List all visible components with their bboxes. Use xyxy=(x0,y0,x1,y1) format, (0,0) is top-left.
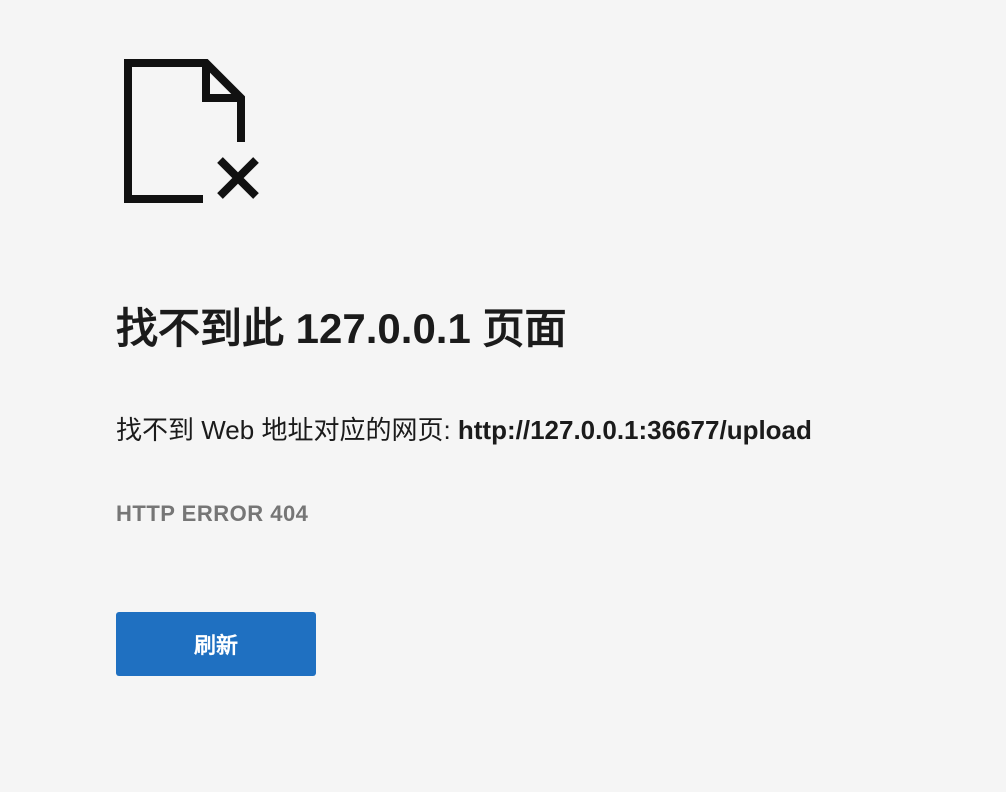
error-message: 找不到 Web 地址对应的网页: http://127.0.0.1:36677/… xyxy=(116,412,812,448)
error-code: HTTP ERROR 404 xyxy=(116,501,309,526)
reload-button[interactable]: 刷新 xyxy=(116,612,316,676)
error-message-text: 找不到 Web 地址对应的网页: xyxy=(116,415,458,445)
page-not-found-icon xyxy=(124,56,264,206)
page-title: 找不到此 127.0.0.1 页面 xyxy=(116,305,567,352)
error-url: http://127.0.0.1:36677/upload xyxy=(457,415,812,445)
